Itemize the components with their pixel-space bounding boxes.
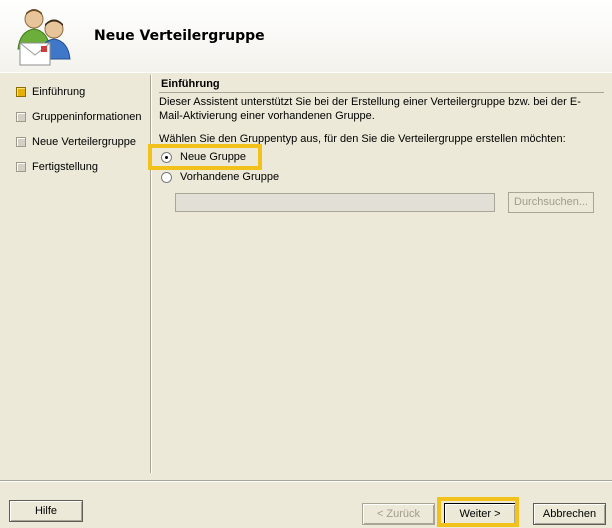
- footer-divider-highlight: [0, 481, 612, 482]
- step-bullet-icon: [16, 137, 26, 147]
- step-label: Gruppeninformationen: [32, 111, 142, 123]
- sidebar-divider-highlight: [151, 75, 152, 473]
- section-title: Einführung: [161, 78, 220, 90]
- description-text: Dieser Assistent unterstützt Sie bei der…: [159, 96, 581, 122]
- radio-button[interactable]: [161, 171, 172, 183]
- highlight-box: [148, 144, 262, 170]
- wizard-steps: Einführung Gruppeninformationen Neue Ver…: [0, 80, 148, 475]
- group-users-icon: [17, 9, 71, 66]
- wizard-title: Neue Verteilergruppe: [94, 28, 265, 44]
- step-bullet-icon: [16, 162, 26, 172]
- help-button[interactable]: Hilfe: [9, 500, 83, 522]
- step-label: Einführung: [32, 86, 86, 98]
- cancel-button[interactable]: Abbrechen: [533, 503, 606, 525]
- step-neue-verteilergruppe: Neue Verteilergruppe: [16, 134, 136, 150]
- step-label: Fertigstellung: [32, 161, 99, 173]
- back-button: < Zurück: [362, 503, 435, 525]
- step-einfuehrung: Einführung: [16, 84, 85, 100]
- existing-group-field: [175, 193, 495, 212]
- active-step-bullet-icon: [16, 87, 26, 97]
- highlight-box: [437, 497, 519, 527]
- radio-label[interactable]: Vorhandene Gruppe: [180, 171, 279, 183]
- wizard-header: Neue Verteilergruppe: [0, 0, 612, 72]
- step-gruppeninformationen: Gruppeninformationen: [16, 109, 141, 125]
- step-label: Neue Verteilergruppe: [32, 136, 136, 148]
- radio-vorhandene-gruppe[interactable]: Vorhandene Gruppe: [161, 171, 279, 183]
- header-divider: [0, 72, 612, 73]
- browse-button: Durchsuchen...: [508, 192, 594, 213]
- step-fertigstellung: Fertigstellung: [16, 159, 98, 175]
- section-title-rule: [159, 92, 604, 93]
- step-bullet-icon: [16, 112, 26, 122]
